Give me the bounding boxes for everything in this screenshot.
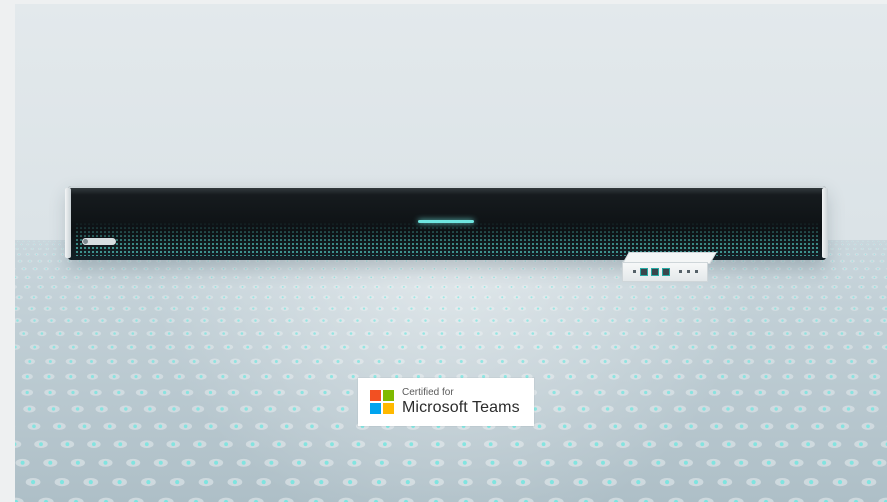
hub-port-indicator	[687, 270, 690, 273]
video-bar-right-cap	[822, 188, 828, 258]
hub-ethernet-port	[640, 268, 648, 276]
certification-text: Certified for Microsoft Teams	[402, 388, 520, 416]
microsoft-logo-yellow-square	[383, 403, 394, 414]
hub-front-panel	[622, 262, 708, 282]
hub-ethernet-port	[651, 268, 659, 276]
microsoft-logo-blue-square	[370, 403, 381, 414]
status-led-strip	[418, 220, 474, 223]
hub-port-indicator	[695, 270, 698, 273]
hub-ethernet-port	[662, 268, 670, 276]
product-name-label: Microsoft Teams	[402, 399, 520, 416]
image-frame: Certified for Microsoft Teams	[0, 0, 887, 502]
microsoft-logo-red-square	[370, 390, 381, 401]
certified-for-teams-badge: Certified for Microsoft Teams	[358, 378, 534, 426]
illuminated-floor	[15, 240, 887, 502]
device-logo-icon	[83, 239, 88, 244]
microsoft-logo-icon	[370, 390, 394, 414]
microsoft-logo-green-square	[383, 390, 394, 401]
video-bar-light-pattern	[75, 222, 820, 256]
hub-port-indicator	[679, 270, 682, 273]
video-bar-left-cap	[65, 188, 71, 258]
device-logo-badge	[82, 238, 116, 245]
floor-dot-pattern	[15, 240, 887, 502]
connection-hub-device	[622, 252, 717, 284]
hub-port-indicator	[633, 270, 636, 273]
certification-label: Certified for	[402, 387, 454, 398]
